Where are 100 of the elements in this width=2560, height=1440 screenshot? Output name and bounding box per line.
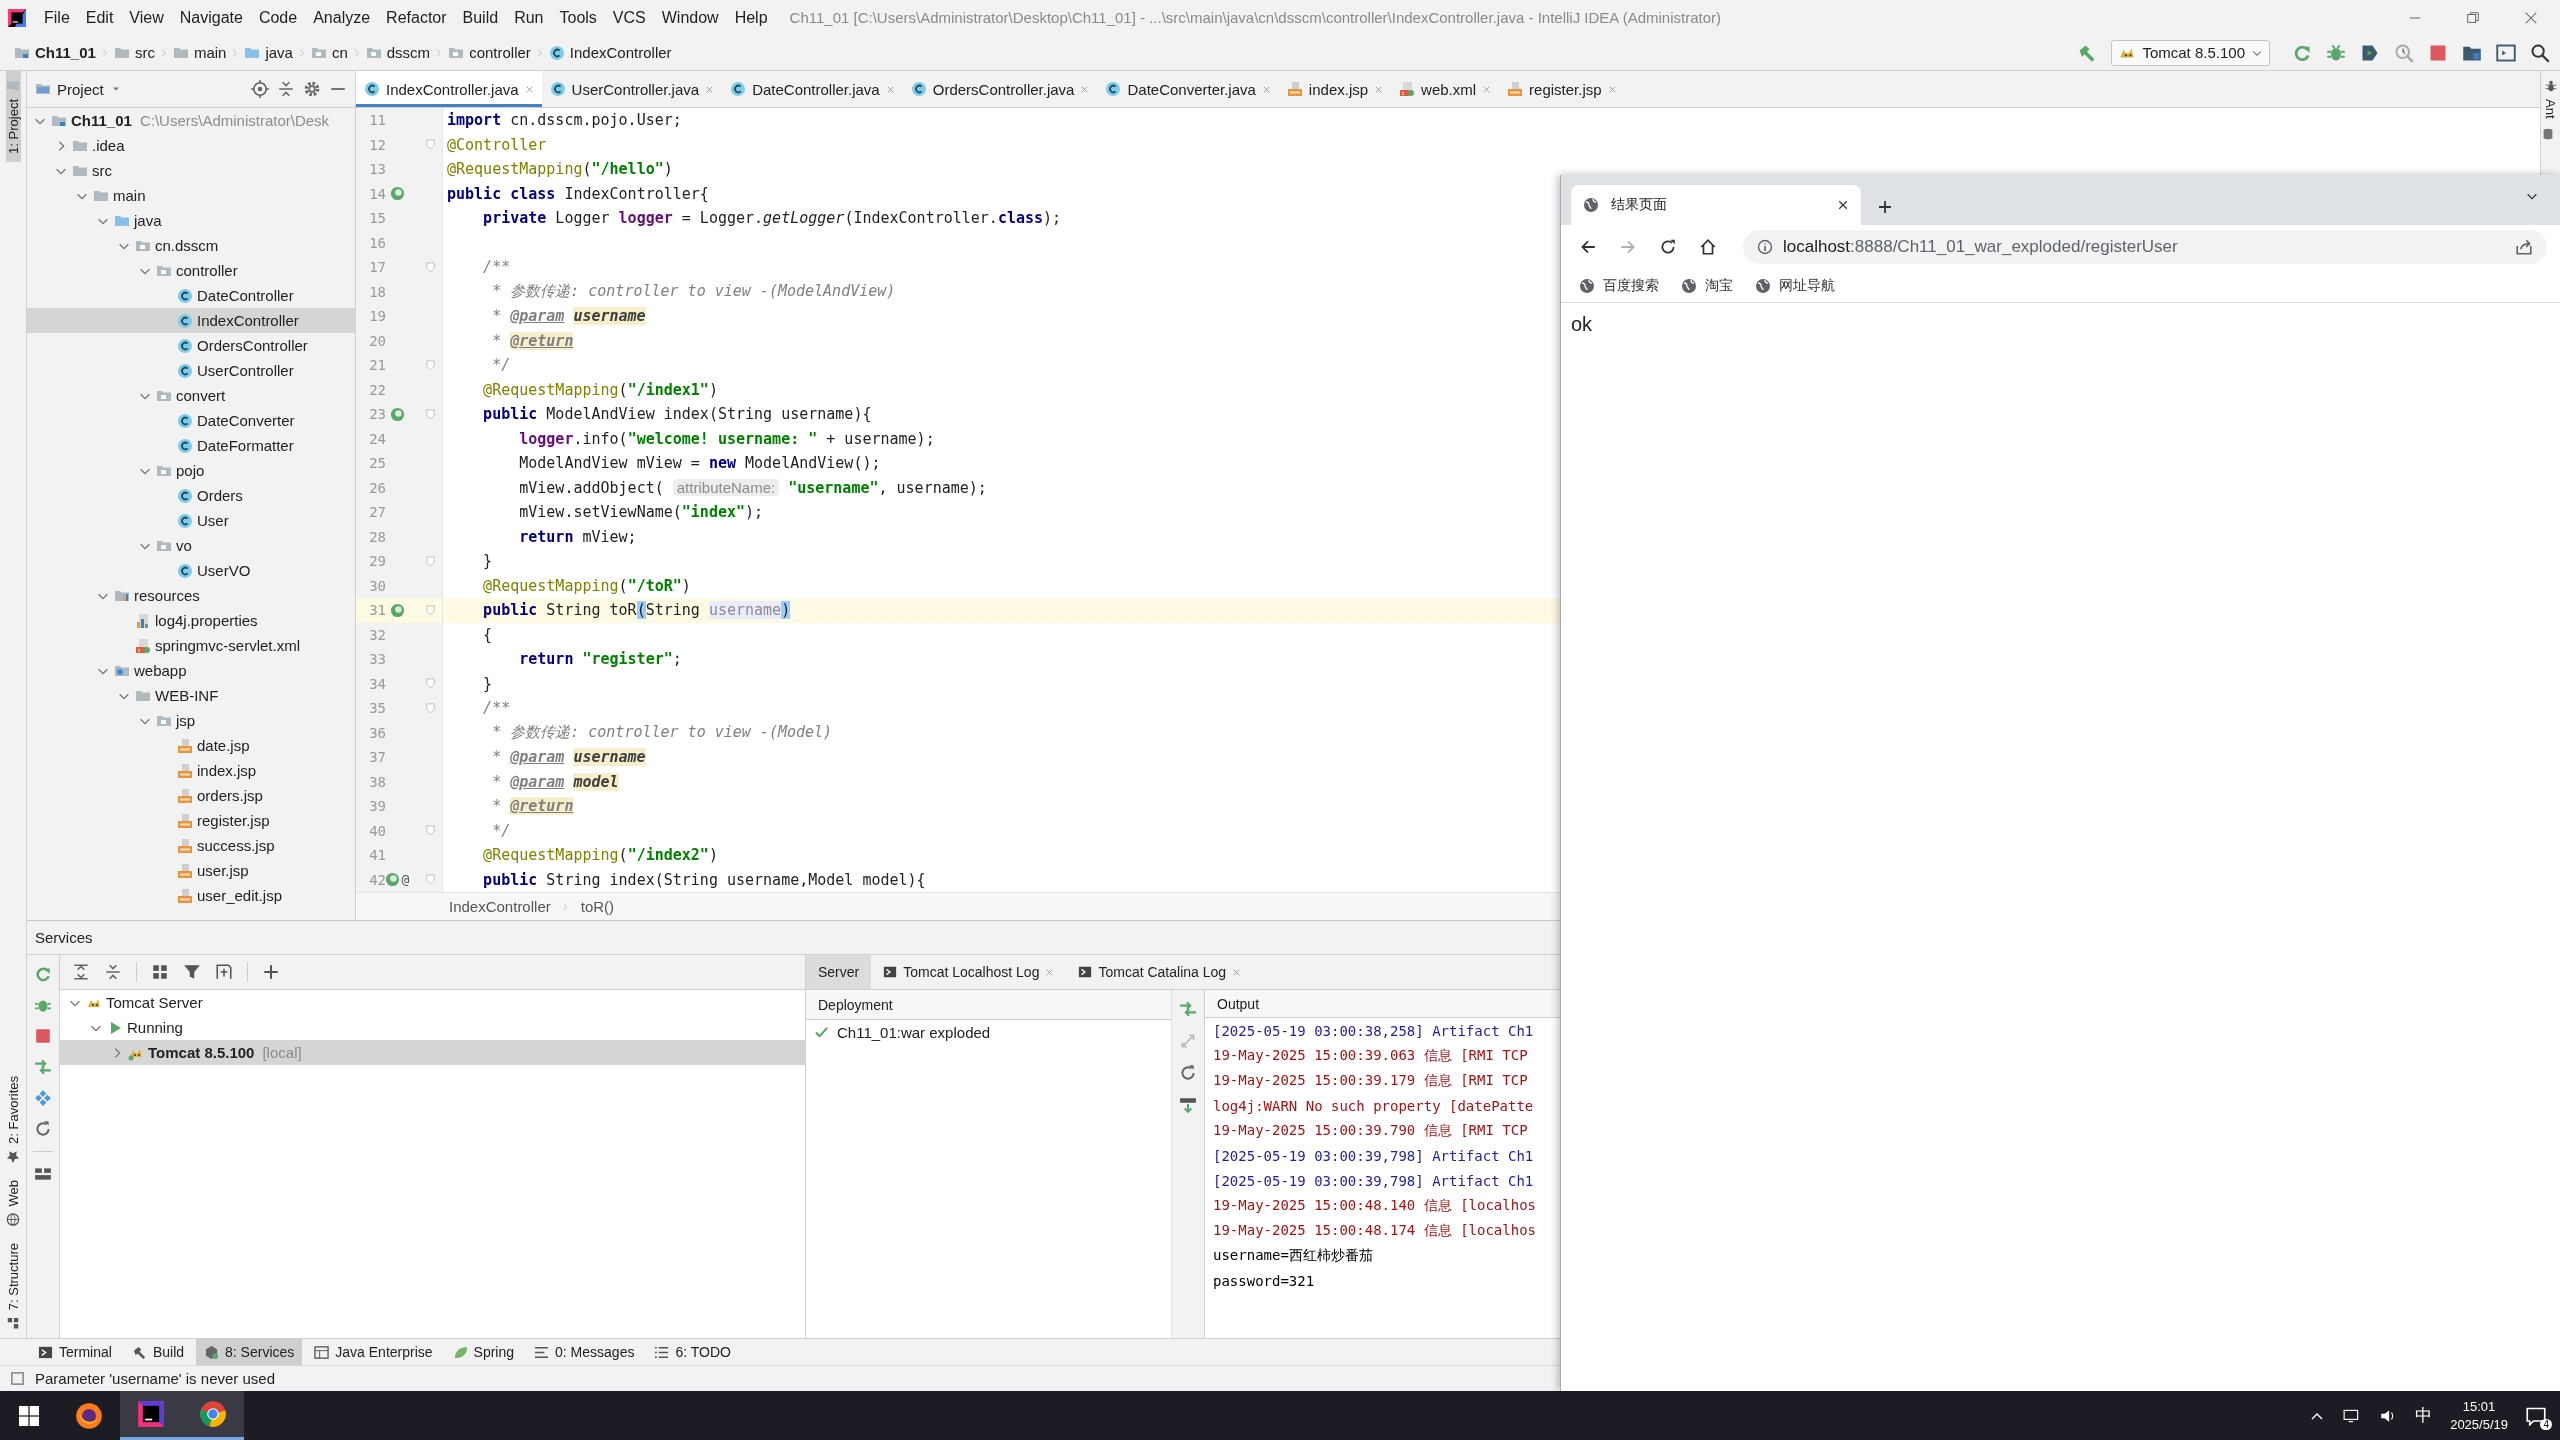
tool-window-tab[interactable]: Java Enterprise: [306, 1339, 441, 1365]
tree-item[interactable]: DateConverter: [27, 408, 355, 433]
bookmark[interactable]: 淘宝: [1681, 276, 1733, 295]
gutter-mark[interactable]: @: [401, 872, 410, 888]
browser-tab[interactable]: 结果页面: [1571, 185, 1861, 225]
address-bar[interactable]: localhost:8888/Ch11_01_war_exploded/registerUser: [1743, 230, 2547, 264]
run-configuration-dropdown[interactable]: Tomcat 8.5.100: [2111, 39, 2270, 66]
download-icon[interactable]: [1179, 1096, 1197, 1114]
back-icon[interactable]: [1579, 238, 1597, 256]
tree-item[interactable]: WEB-INF: [27, 683, 355, 708]
deployment-item[interactable]: Ch11_01:war exploded: [806, 1020, 1171, 1045]
diamond-icon[interactable]: [34, 1089, 52, 1107]
share-icon[interactable]: [2515, 238, 2533, 256]
terminal-icon[interactable]: [2496, 42, 2516, 63]
editor-tab[interactable]: IndexController.java: [356, 71, 542, 107]
breadcrumb[interactable]: IndexController: [548, 44, 672, 61]
info-icon[interactable]: [1757, 239, 1773, 255]
tree-item[interactable]: date.jsp: [27, 733, 355, 758]
tree-item[interactable]: Ch11_01 C:\Users\Administrator\Desk: [27, 108, 355, 133]
tree-item[interactable]: controller: [27, 258, 355, 283]
taskbar-button[interactable]: [182, 1391, 244, 1440]
menu-item[interactable]: Tools: [551, 8, 605, 27]
clock[interactable]: 15:01 2025/5/19: [2450, 1397, 2508, 1434]
menu-item[interactable]: Edit: [77, 8, 122, 27]
menu-item[interactable]: File: [36, 8, 78, 27]
tree-item[interactable]: log4j.properties: [27, 608, 355, 633]
forward-icon[interactable]: [1619, 238, 1637, 256]
menu-item[interactable]: Help: [726, 8, 776, 27]
panel-title[interactable]: Project: [35, 80, 122, 98]
bean-icon[interactable]: [389, 602, 405, 618]
deploy-icon[interactable]: [1179, 1000, 1197, 1018]
tree-item[interactable]: IndexController: [27, 308, 355, 333]
tree-item[interactable]: user.jsp: [27, 858, 355, 883]
bookmark[interactable]: 网址导航: [1755, 276, 1835, 295]
editor-tab[interactable]: register.jsp: [1499, 71, 1625, 107]
tree-item[interactable]: convert: [27, 383, 355, 408]
menu-item[interactable]: VCS: [604, 8, 654, 27]
tree-item[interactable]: OrdersController: [27, 333, 355, 358]
tool-window-tab[interactable]: 8: Services: [196, 1339, 303, 1365]
tree-item[interactable]: Tomcat 8.5.100 [local]: [60, 1040, 805, 1065]
debug-icon[interactable]: [2326, 42, 2346, 63]
tree-item[interactable]: DateFormatter: [27, 433, 355, 458]
tree-item[interactable]: register.jsp: [27, 808, 355, 833]
tree-item[interactable]: user_edit.jsp: [27, 883, 355, 908]
taskbar-button[interactable]: [120, 1391, 182, 1440]
tree-item[interactable]: jsp: [27, 708, 355, 733]
add-service-icon[interactable]: [215, 963, 233, 981]
panel-tab[interactable]: Server: [806, 955, 872, 989]
tree-item[interactable]: DateController: [27, 283, 355, 308]
restore-icon[interactable]: [2466, 10, 2480, 25]
editor-tab[interactable]: OrdersController.java: [902, 71, 1098, 107]
breadcrumb[interactable]: java: [244, 44, 293, 61]
tree-item[interactable]: src: [27, 158, 355, 183]
rerun-icon[interactable]: [34, 965, 52, 983]
breadcrumb[interactable]: Ch11_01: [14, 44, 96, 61]
reload-icon[interactable]: [1659, 238, 1677, 256]
tool-window-tab[interactable]: Ant: [2541, 71, 2560, 127]
layout-icon[interactable]: [34, 1165, 52, 1183]
bean-icon[interactable]: [389, 406, 405, 422]
breadcrumb[interactable]: IndexController: [449, 898, 551, 915]
tree-item[interactable]: webapp: [27, 658, 355, 683]
tree-item[interactable]: .idea: [27, 133, 355, 158]
settings-icon[interactable]: [303, 80, 321, 98]
home-icon[interactable]: [1699, 238, 1717, 256]
menu-item[interactable]: Refactor: [378, 8, 455, 27]
tree-item[interactable]: vo: [27, 533, 355, 558]
panel-tab[interactable]: Tomcat Catalina Log: [1066, 955, 1254, 989]
breadcrumb[interactable]: toR(): [580, 898, 615, 915]
tree-item[interactable]: springmvc-servlet.xml: [27, 633, 355, 658]
database-icon[interactable]: [2541, 126, 2555, 141]
tree-item[interactable]: pojo: [27, 458, 355, 483]
tree-item[interactable]: UserVO: [27, 558, 355, 583]
menu-item[interactable]: View: [121, 8, 172, 27]
tree-item[interactable]: orders.jsp: [27, 783, 355, 808]
editor-tab[interactable]: DateController.java: [722, 71, 903, 107]
tree-item[interactable]: User: [27, 508, 355, 533]
tool-window-tab[interactable]: 7: Structure: [5, 1234, 21, 1338]
menu-item[interactable]: Run: [506, 8, 552, 27]
editor-tab[interactable]: DateConverter.java: [1097, 71, 1279, 107]
tree-item[interactable]: main: [27, 183, 355, 208]
breadcrumb[interactable]: controller: [448, 44, 531, 61]
menu-item[interactable]: Navigate: [171, 8, 251, 27]
tool-window-tab[interactable]: 0: Messages: [526, 1339, 643, 1365]
tool-window-tab[interactable]: 1: Project: [5, 71, 21, 162]
tool-window-tab[interactable]: Terminal: [30, 1339, 120, 1365]
tree-item[interactable]: index.jsp: [27, 758, 355, 783]
locate-icon[interactable]: [251, 80, 269, 98]
refresh-icon[interactable]: [34, 1120, 52, 1138]
menu-item[interactable]: Build: [454, 8, 507, 27]
panel-tab[interactable]: Tomcat Localhost Log: [871, 955, 1067, 989]
tree-item[interactable]: resources: [27, 583, 355, 608]
breadcrumb[interactable]: main: [172, 44, 227, 61]
search-icon[interactable]: [2530, 42, 2550, 63]
start-icon[interactable]: [19, 1405, 39, 1426]
collapse-all-icon[interactable]: [104, 963, 122, 981]
editor-tab[interactable]: index.jsp: [1278, 71, 1392, 107]
tree-item[interactable]: success.jsp: [27, 833, 355, 858]
tool-window-tab[interactable]: 2: Favorites: [5, 1068, 21, 1173]
bean-icon[interactable]: [384, 872, 400, 888]
tree-item[interactable]: Orders: [27, 483, 355, 508]
